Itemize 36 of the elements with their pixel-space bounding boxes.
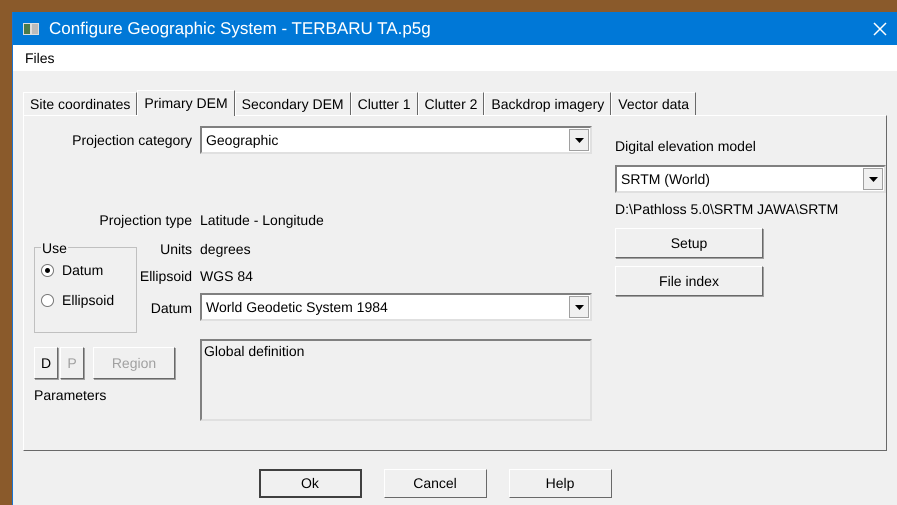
tab[interactable]: Clutter 2: [418, 92, 484, 115]
dialog-button[interactable]: Help: [508, 469, 612, 498]
dem-button[interactable]: File index: [615, 266, 763, 296]
dem-button[interactable]: Setup: [615, 228, 763, 258]
dem-label: Digital elevation model: [615, 137, 757, 156]
tab[interactable]: Site coordinates: [23, 92, 138, 115]
datum-dropdown[interactable]: World Geodetic System 1984: [200, 293, 592, 321]
tab[interactable]: Clutter 1: [350, 92, 418, 115]
dialog-button[interactable]: Ok: [258, 469, 362, 498]
field-label: Datum: [150, 299, 192, 318]
dialog-button[interactable]: Cancel: [384, 469, 486, 498]
tab[interactable]: Primary DEM: [137, 90, 235, 116]
parameters-label: Parameters: [34, 386, 108, 405]
menu-item[interactable]: Files: [25, 48, 55, 68]
field-label: Projection type: [98, 211, 192, 230]
field-value: WGS 84: [200, 267, 253, 286]
window-title: Configure Geographic System - TERBARU TA.p5g: [49, 18, 432, 40]
radio-button[interactable]: [41, 264, 54, 277]
close-icon[interactable]: [873, 22, 887, 36]
radio-label: Datum: [62, 261, 104, 280]
field-label: Projection category: [71, 131, 192, 150]
field-value: Latitude - Longitude: [200, 211, 324, 230]
field-value: degrees: [200, 240, 251, 259]
parameter-button[interactable]: D: [34, 347, 58, 379]
radio-label: Ellipsoid: [62, 291, 114, 310]
projection-category-dropdown[interactable]: Geographic: [200, 126, 592, 154]
app-icon: [23, 22, 39, 34]
description-box: Global definition: [200, 339, 592, 421]
dem-dropdown[interactable]: SRTM (World): [615, 165, 886, 193]
tab[interactable]: Vector data: [611, 92, 696, 115]
tab[interactable]: Secondary DEM: [234, 92, 351, 115]
field-label: Units: [159, 240, 192, 259]
dem-path: D:\Pathloss 5.0\SRTM JAWA\SRTM: [615, 200, 840, 219]
field-label: Ellipsoid: [138, 267, 192, 286]
radio-button[interactable]: [41, 294, 54, 307]
tab[interactable]: Backdrop imagery: [484, 92, 612, 115]
